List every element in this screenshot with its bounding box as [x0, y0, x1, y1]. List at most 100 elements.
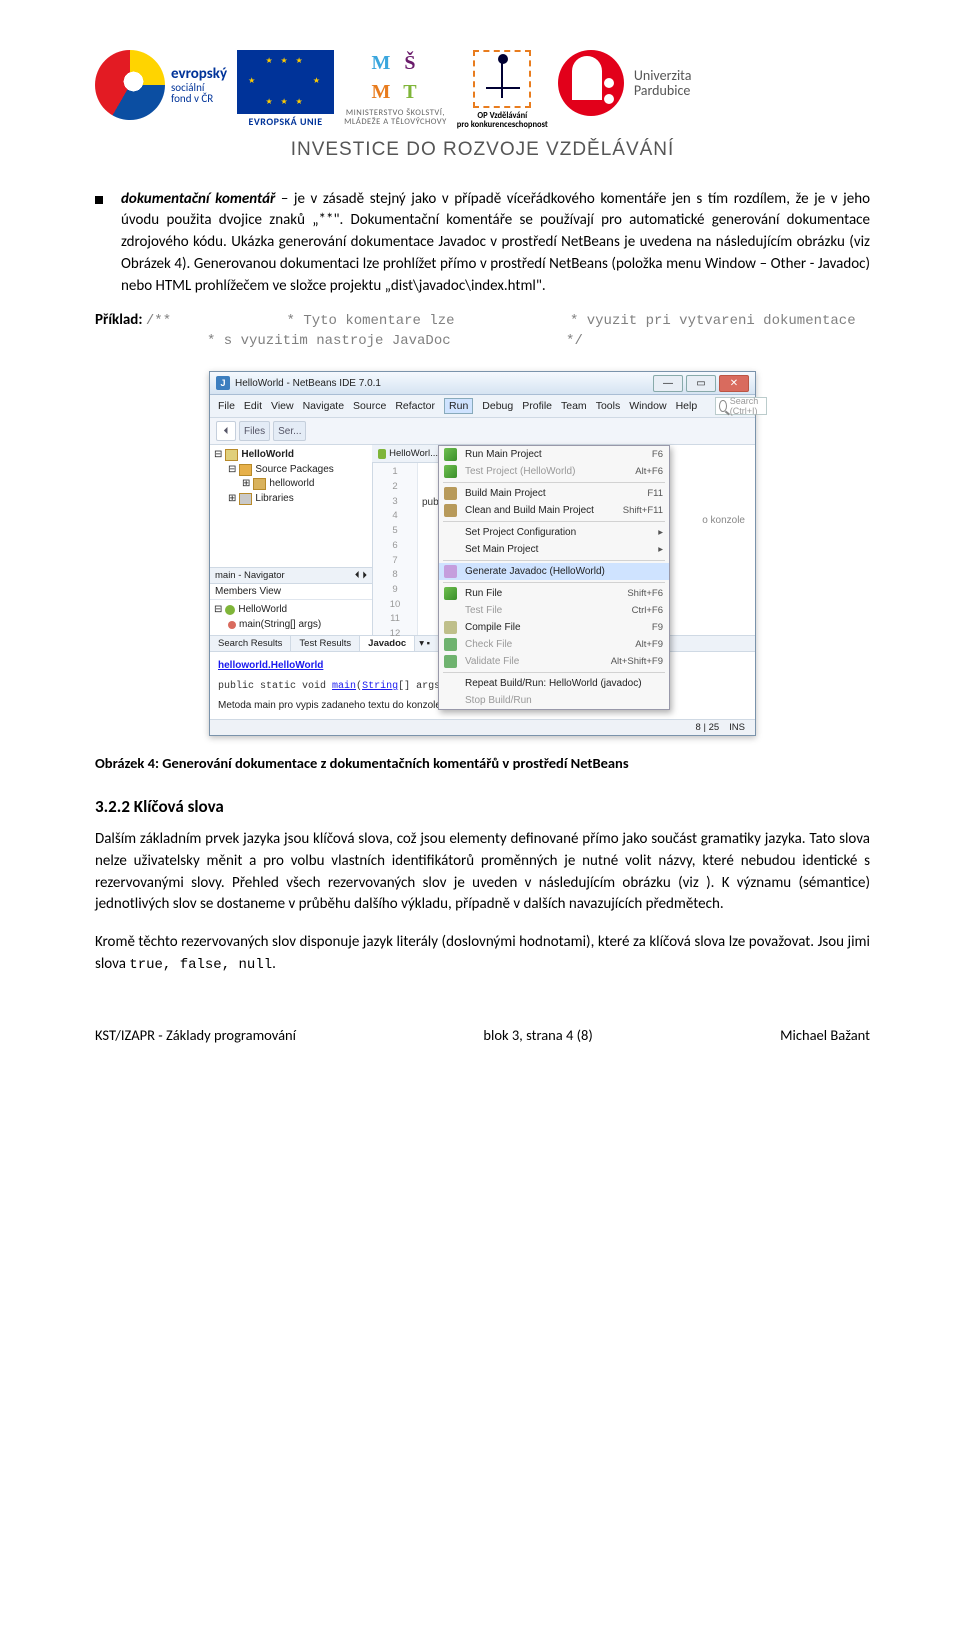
figure-caption: Obrázek 4: Generování dokumentace z doku… [95, 754, 870, 772]
paragraph-keywords: Dalším základním prvek jazyka jsou klíčo… [95, 829, 870, 916]
tree-libraries[interactable]: Libraries [255, 492, 293, 507]
menu-file[interactable]: File [218, 400, 235, 412]
menu-item-label: Test File [465, 605, 502, 616]
folder-icon [239, 464, 252, 476]
menu-item-shortcut: Shift+F11 [623, 505, 663, 516]
navigator-pane: main - Navigator⏴ ⏵ Members View ⊟HelloW… [210, 567, 372, 635]
menu-item-icon [444, 465, 457, 478]
tree-source-packages[interactable]: Source Packages [255, 463, 333, 478]
literals-code: true, false, null [129, 957, 272, 973]
project-icon [225, 449, 238, 461]
run-menu-item[interactable]: Set Project Configuration▸ [439, 524, 669, 541]
menu-run[interactable]: Run [444, 398, 473, 414]
editor-fragment: pub [418, 445, 439, 635]
eu-label: EVROPSKÁ UNIE [249, 116, 323, 127]
menu-navigate[interactable]: Navigate [303, 400, 344, 412]
logo-msmt: MŠ MT MINISTERSTVO ŠKOLSTVÍ, MLÁDEŽE A T… [344, 50, 447, 128]
menu-item-icon [444, 655, 457, 668]
output-method-link[interactable]: main [332, 681, 356, 692]
editor-gutter: 1 2 3 4 5 6 7 8 9 10 11 12 [373, 462, 418, 635]
menu-team[interactable]: Team [561, 400, 587, 412]
gutter-line: 6 [373, 539, 417, 554]
gutter-line: 8 [373, 568, 417, 583]
maximize-button[interactable]: ▭ [686, 375, 716, 392]
project-tree[interactable]: ⊟HelloWorld ⊟Source Packages ⊞helloworld… [210, 445, 372, 509]
tree-package[interactable]: helloworld [269, 477, 314, 492]
investice-heading: INVESTICE DO ROZVOJE VZDĚLÁVÁNÍ [95, 139, 870, 161]
minimize-button[interactable]: — [653, 375, 683, 392]
navigator-view[interactable]: Members View [210, 584, 372, 600]
status-insert-mode: INS [729, 722, 745, 733]
run-menu-item[interactable]: Validate FileAlt+Shift+F9 [439, 653, 669, 670]
page-footer: KST/IZAPR - Základy programování blok 3,… [95, 1026, 870, 1044]
menu-item-label: Set Main Project [465, 544, 538, 555]
ide-search-input[interactable]: Search (Ctrl+I) [715, 397, 767, 415]
run-menu-item[interactable]: Run FileShift+F6 [439, 585, 669, 602]
menu-item-label: Clean and Build Main Project [465, 505, 594, 516]
logo-upce: Univerzita Pardubice [558, 50, 692, 116]
logo-opvk: OP Vzdělávání pro konkurenceschopnost [457, 50, 548, 131]
class-icon [225, 605, 235, 615]
menu-help[interactable]: Help [676, 400, 698, 412]
close-button[interactable]: ✕ [719, 375, 749, 392]
esf-sub1: sociální [171, 82, 227, 93]
menu-item-icon [444, 487, 457, 500]
paragraph-literals: Kromě těchto rezervovaných slov disponuj… [95, 932, 870, 976]
run-menu-item[interactable]: Clean and Build Main Project Shift+F11 [439, 502, 669, 519]
left-tab-services[interactable]: Ser... [273, 421, 306, 441]
netbeans-icon: J [216, 376, 230, 390]
menu-item-shortcut: Ctrl+F6 [632, 605, 663, 616]
run-menu-item[interactable]: Test File Ctrl+F6 [439, 602, 669, 619]
gutter-line: 7 [373, 554, 417, 569]
navigator-method[interactable]: main(String[] args) [239, 618, 321, 633]
menu-source[interactable]: Source [353, 400, 386, 412]
run-menu-item[interactable]: Check FileAlt+F9 [439, 636, 669, 653]
navigator-class[interactable]: HelloWorld [238, 603, 287, 618]
editor-hint: o konzole [702, 515, 745, 526]
navigator-controls[interactable]: ⏴ ⏵ [355, 570, 367, 581]
gutter-line: 9 [373, 583, 417, 598]
run-menu-item[interactable]: Run Main ProjectF6 [439, 446, 669, 463]
section-heading: 3.2.2 Klíčová slova [95, 796, 870, 817]
menu-tools[interactable]: Tools [596, 400, 621, 412]
gutter-line: 4 [373, 509, 417, 524]
bottom-tab-search[interactable]: Search Results [210, 636, 291, 651]
logo-eu: ★ ★ ★ ★ ★ ★ ★ ★ EVROPSKÁ UNIE [237, 50, 334, 127]
editor-tab-label: HelloWorl... [389, 448, 438, 459]
output-type-link[interactable]: String [362, 681, 398, 692]
bottom-tab-test[interactable]: Test Results [291, 636, 360, 651]
menu-window[interactable]: Window [629, 400, 666, 412]
editor-tab[interactable]: HelloWorl... [372, 445, 445, 463]
run-menu-item[interactable]: Set Main Project▸ [439, 541, 669, 558]
run-menu-item[interactable]: Test Project (HelloWorld)Alt+F6 [439, 463, 669, 480]
menu-profile[interactable]: Profile [522, 400, 552, 412]
gutter-line: 10 [373, 598, 417, 613]
menu-item-icon [444, 504, 457, 517]
example-line-3: * vyuzit pri vytvareni dokumentace [570, 313, 856, 329]
menu-item-label: Test Project (HelloWorld) [465, 466, 575, 477]
run-menu-item[interactable]: Generate Javadoc (HelloWorld) [439, 563, 669, 580]
menu-item-label: Build Main Project [465, 488, 546, 499]
bullet-icon [95, 196, 103, 204]
esf-swirl-icon [95, 50, 165, 120]
menu-item-label: Generate Javadoc (HelloWorld) [465, 566, 605, 577]
toolbar-button[interactable]: ⏴ [216, 421, 236, 441]
menu-edit[interactable]: Edit [244, 400, 262, 412]
run-menu-item[interactable]: Build Main ProjectF11 [439, 485, 669, 502]
menu-refactor[interactable]: Refactor [395, 400, 435, 412]
upce-line2: Pardubice [634, 82, 691, 99]
gutter-line: 5 [373, 524, 417, 539]
run-menu-item[interactable]: Repeat Build/Run: HelloWorld (javadoc) [439, 675, 669, 692]
run-menu-item[interactable]: Compile FileF9 [439, 619, 669, 636]
run-menu-item[interactable]: Stop Build/Run [439, 692, 669, 709]
ide-titlebar[interactable]: J HelloWorld - NetBeans IDE 7.0.1 — ▭ ✕ [210, 372, 755, 395]
tree-project[interactable]: HelloWorld [241, 448, 294, 463]
menu-view[interactable]: View [271, 400, 294, 412]
ide-title: HelloWorld - NetBeans IDE 7.0.1 [235, 378, 381, 389]
run-menu-popup: Run Main ProjectF6Test Project (HelloWor… [438, 445, 670, 710]
menu-debug[interactable]: Debug [482, 400, 513, 412]
esf-text: evropský sociální fond v ČR [171, 67, 227, 104]
libraries-icon [239, 493, 252, 505]
menu-item-shortcut: F9 [652, 622, 663, 633]
left-tab-files[interactable]: Files [239, 421, 270, 441]
